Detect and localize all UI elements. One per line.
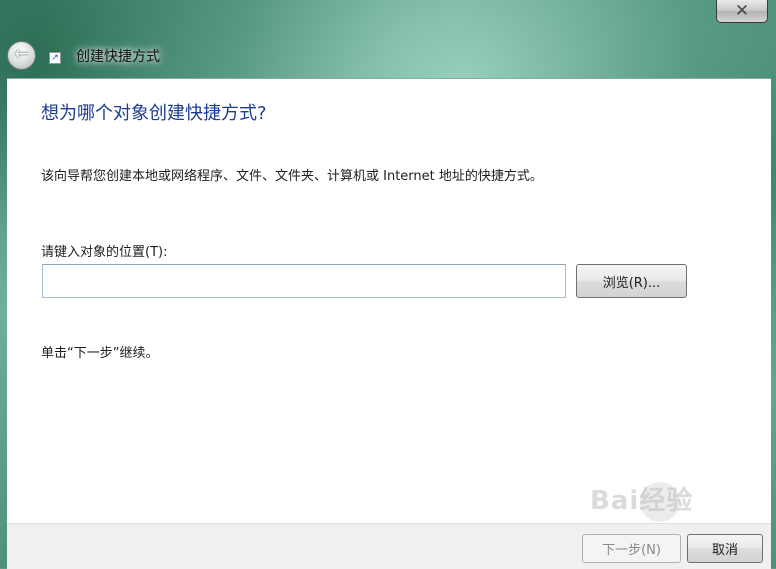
wizard-description: 该向导帮您创建本地或网络程序、文件、文件夹、计算机或 Internet 地址的快…	[41, 169, 543, 184]
cancel-button[interactable]: 取消	[687, 534, 763, 563]
wizard-footer: 下一步(N) 取消	[7, 523, 771, 569]
location-input[interactable]	[42, 264, 566, 298]
back-button[interactable]: ←	[7, 41, 36, 70]
baidu-watermark: Bai经验	[590, 486, 694, 516]
close-button[interactable]: ✕	[716, 0, 768, 23]
window-title: 创建快捷方式	[76, 49, 160, 65]
next-button[interactable]: 下一步(N)	[582, 534, 681, 563]
window-frame: ✕ ← ↗ 创建快捷方式 想为哪个对象创建快捷方式? 该向导帮您创建本地或网络程…	[0, 0, 776, 569]
close-icon: ✕	[734, 1, 750, 21]
shortcut-icon: ↗	[49, 52, 61, 64]
browse-button[interactable]: 浏览(R)...	[576, 264, 687, 298]
location-label: 请键入对象的位置(T):	[41, 245, 168, 260]
wizard-heading: 想为哪个对象创建快捷方式?	[41, 103, 267, 124]
continue-hint: 单击“下一步”继续。	[41, 346, 159, 361]
back-arrow-icon: ←	[14, 44, 29, 64]
